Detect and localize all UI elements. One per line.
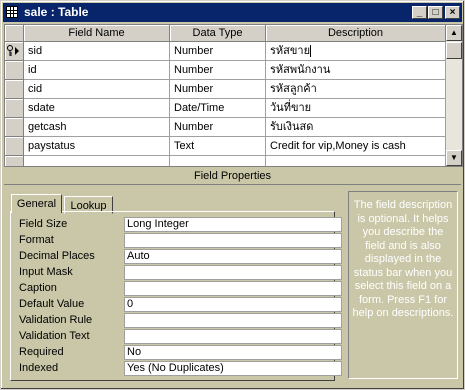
property-row[interactable]: Validation Rule xyxy=(11,312,342,328)
description-cell[interactable]: วันที่ขาย xyxy=(266,99,446,118)
table-row[interactable]: getcash Number รับเงินสด xyxy=(5,118,446,137)
header-data-type[interactable]: Data Type xyxy=(170,25,266,42)
validation-text-input[interactable] xyxy=(124,329,342,344)
row-selector[interactable] xyxy=(5,118,24,137)
row-selector[interactable] xyxy=(5,156,24,166)
field-size-input[interactable]: Long Integer xyxy=(124,217,342,232)
property-row[interactable]: Format xyxy=(11,232,342,248)
row-selector[interactable] xyxy=(5,137,24,156)
field-name-cell[interactable]: cid xyxy=(24,80,170,99)
data-type-cell[interactable]: Number xyxy=(170,118,266,137)
data-type-cell[interactable]: Text xyxy=(170,137,266,156)
field-name-cell[interactable]: getcash xyxy=(24,118,170,137)
table-row[interactable]: paystatus Text Credit for vip,Money is c… xyxy=(5,137,446,156)
description-cell[interactable]: รหัสพนักงาน xyxy=(266,61,446,80)
row-selector[interactable] xyxy=(5,42,24,61)
property-label: Format xyxy=(19,234,54,246)
table-row[interactable] xyxy=(5,156,446,166)
property-row[interactable]: Decimal Places Auto xyxy=(11,248,342,264)
general-properties-panel: Field Size Long Integer Format Decimal P… xyxy=(10,211,342,381)
decimal-places-input[interactable]: Auto xyxy=(124,249,342,264)
table-icon xyxy=(6,6,18,18)
field-name-cell[interactable]: sid xyxy=(24,42,170,61)
data-type-cell[interactable]: Date/Time xyxy=(170,99,266,118)
data-type-cell[interactable]: Number xyxy=(170,42,266,61)
field-name-cell[interactable] xyxy=(24,156,170,166)
input-mask-input[interactable] xyxy=(124,265,342,280)
minimize-button[interactable]: _ xyxy=(412,6,427,19)
indexed-input[interactable]: Yes (No Duplicates) xyxy=(124,361,342,376)
property-label: Validation Text xyxy=(19,330,90,342)
property-row[interactable]: Input Mask xyxy=(11,264,342,280)
row-selector[interactable] xyxy=(5,80,24,99)
required-input[interactable]: No xyxy=(124,345,342,360)
caption-input[interactable] xyxy=(124,281,342,296)
data-type-cell[interactable]: Number xyxy=(170,61,266,80)
header-description[interactable]: Description xyxy=(266,25,446,42)
field-grid: Field Name Data Type Description sid Num… xyxy=(4,24,463,167)
title-bar[interactable]: sale : Table _ □ × xyxy=(3,3,462,22)
tab-general[interactable]: General xyxy=(11,194,62,213)
table-design-window: sale : Table _ □ × Field Name Data Type … xyxy=(0,0,465,390)
field-properties-title: Field Properties xyxy=(193,170,272,182)
table-row[interactable]: id Number รหัสพนักงาน xyxy=(5,61,446,80)
property-label: Caption xyxy=(19,282,57,294)
property-row[interactable]: Field Size Long Integer xyxy=(11,216,342,232)
description-cell[interactable]: รหัสขาย xyxy=(266,42,446,61)
property-label: Decimal Places xyxy=(19,250,95,262)
property-label: Indexed xyxy=(19,362,59,374)
divider xyxy=(4,184,461,185)
property-label: Required xyxy=(19,346,64,358)
default-value-input[interactable]: 0 xyxy=(124,297,342,312)
description-cell[interactable]: รหัสลูกค้า xyxy=(266,80,446,99)
maximize-button[interactable]: □ xyxy=(428,6,443,19)
primary-key-icon xyxy=(7,45,19,56)
field-name-cell[interactable]: sdate xyxy=(24,99,170,118)
text-cursor xyxy=(310,45,312,58)
scroll-thumb[interactable] xyxy=(446,42,462,59)
field-name-cell[interactable]: id xyxy=(24,61,170,80)
description-cell[interactable]: รับเงินสด xyxy=(266,118,446,137)
description-cell[interactable] xyxy=(266,156,446,166)
data-type-cell[interactable] xyxy=(170,156,266,166)
data-type-cell[interactable]: Number xyxy=(170,80,266,99)
description-text: รหัสขาย xyxy=(270,45,311,57)
corner-header xyxy=(5,25,24,42)
table-row[interactable]: sdate Date/Time วันที่ขาย xyxy=(5,99,446,118)
property-label: Validation Rule xyxy=(19,314,93,326)
validation-rule-input[interactable] xyxy=(124,313,342,328)
help-text-panel: The field description is optional. It he… xyxy=(348,191,458,379)
table-row[interactable]: sid Number รหัสขาย xyxy=(5,42,446,61)
property-label: Default Value xyxy=(19,298,85,310)
scroll-down-arrow-icon[interactable]: ▼ xyxy=(446,150,462,166)
row-selector[interactable] xyxy=(5,61,24,80)
property-label: Input Mask xyxy=(19,266,73,278)
property-row[interactable]: Indexed Yes (No Duplicates) xyxy=(11,360,342,376)
close-button[interactable]: × xyxy=(445,6,460,19)
field-name-cell[interactable]: paystatus xyxy=(24,137,170,156)
property-row[interactable]: Caption xyxy=(11,280,342,296)
property-row[interactable]: Default Value 0 xyxy=(11,296,342,312)
window-title: sale : Table xyxy=(24,5,89,19)
row-selector[interactable] xyxy=(5,99,24,118)
scroll-up-arrow-icon[interactable]: ▲ xyxy=(446,25,462,41)
description-cell[interactable]: Credit for vip,Money is cash xyxy=(266,137,446,156)
property-row[interactable]: Validation Text xyxy=(11,328,342,344)
property-row[interactable]: Required No xyxy=(11,344,342,360)
vertical-scrollbar[interactable]: ▲ ▼ xyxy=(446,25,462,166)
property-label: Field Size xyxy=(19,218,68,230)
table-row[interactable]: cid Number รหัสลูกค้า xyxy=(5,80,446,99)
format-input[interactable] xyxy=(124,233,342,248)
header-field-name[interactable]: Field Name xyxy=(24,25,170,42)
